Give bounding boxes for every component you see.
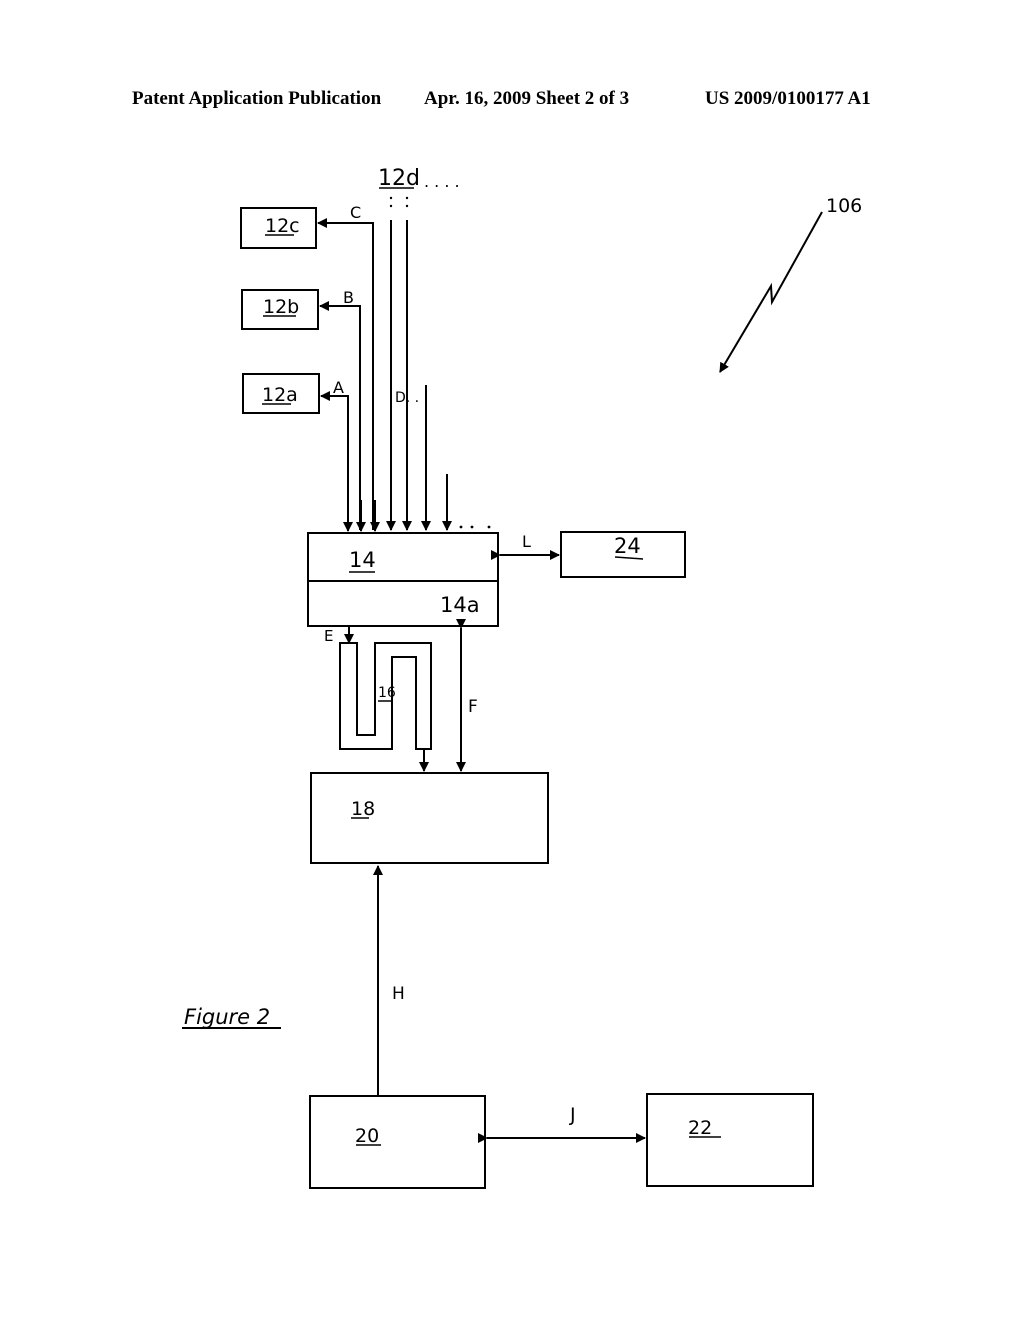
label-c: C <box>350 203 361 222</box>
label-12b: 12b <box>263 296 299 318</box>
label-22: 22 <box>688 1117 712 1139</box>
label-d: D. . . <box>395 390 428 406</box>
label-12a: 12a <box>262 384 298 406</box>
label-18: 18 <box>351 798 375 820</box>
label-12d: 12d <box>378 166 420 191</box>
label-12c: 12c <box>265 215 300 237</box>
label-a: A <box>333 378 344 397</box>
label-24: 24 <box>614 534 641 558</box>
reference-106-arrow <box>719 211 823 373</box>
block-22 <box>646 1093 814 1187</box>
reference-106: 106 <box>826 195 862 217</box>
label-e: E <box>324 627 333 645</box>
label-16: 16 <box>378 685 396 701</box>
label-12d-ellipsis: . . . . <box>424 172 460 191</box>
connection-c <box>317 218 374 530</box>
label-h: H <box>392 984 405 1004</box>
label-14a: 14a <box>440 593 480 617</box>
block-18 <box>310 772 549 864</box>
connection-a <box>320 391 349 530</box>
label-20: 20 <box>355 1125 379 1147</box>
block-20 <box>309 1095 486 1189</box>
block-diagram: 12c 12b 12a 12d . . . . C B A D. . . 14 … <box>182 166 862 1189</box>
label-14: 14 <box>349 548 376 572</box>
figure-caption: Figure 2 <box>184 1005 270 1029</box>
label-j: J <box>569 1104 576 1126</box>
label-l: L <box>522 532 531 551</box>
label-f: F <box>468 697 478 717</box>
label-b: B <box>343 288 354 307</box>
connection-b <box>319 301 361 530</box>
